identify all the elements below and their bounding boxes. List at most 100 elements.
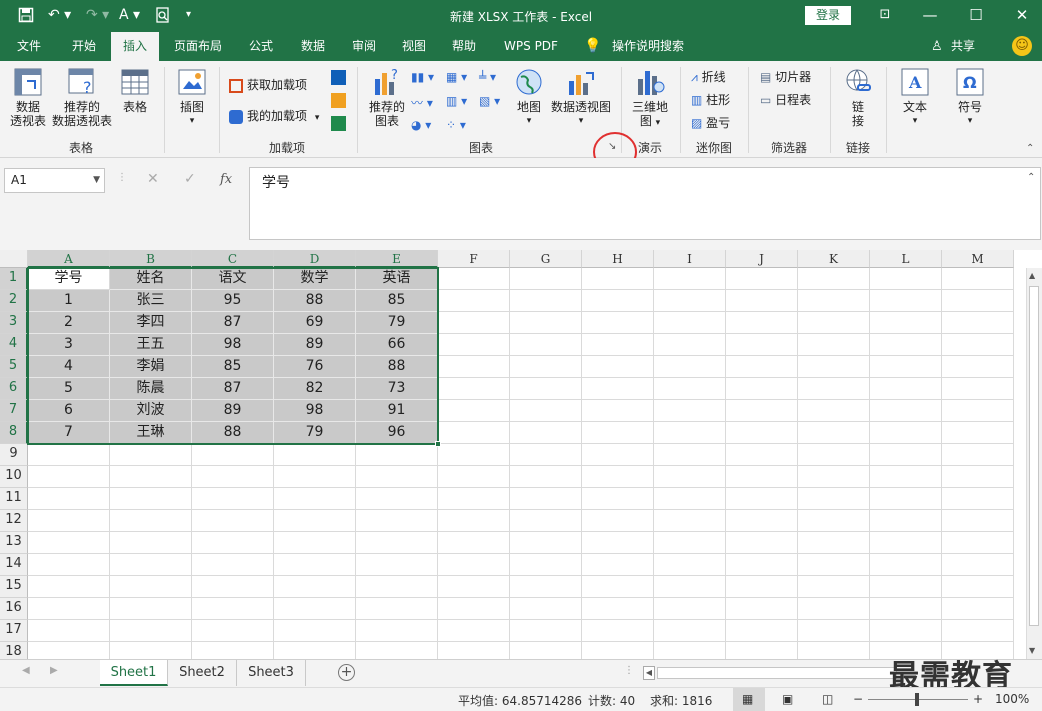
empty-cell[interactable] xyxy=(274,532,356,554)
empty-cell[interactable] xyxy=(110,554,192,576)
table-cell[interactable]: 学号 xyxy=(28,268,110,290)
empty-cell[interactable] xyxy=(192,620,274,642)
empty-cell[interactable] xyxy=(510,532,582,554)
tab-view[interactable]: 视图 xyxy=(391,32,437,61)
illustrations-button[interactable]: 插图 ▾ xyxy=(174,67,210,128)
ribbon-display-icon[interactable]: ⊡ xyxy=(873,4,897,26)
table-cell[interactable]: 82 xyxy=(274,378,356,400)
empty-cell[interactable] xyxy=(28,620,110,642)
hscroll-left-icon[interactable]: ◀ xyxy=(643,666,655,680)
tab-file[interactable]: 文件 xyxy=(8,32,50,61)
share-button[interactable]: 共享 xyxy=(945,32,981,61)
table-cell[interactable]: 88 xyxy=(356,356,438,378)
empty-cell[interactable] xyxy=(798,334,870,356)
empty-cell[interactable] xyxy=(654,510,726,532)
table-cell[interactable]: 刘波 xyxy=(110,400,192,422)
empty-cell[interactable] xyxy=(654,268,726,290)
column-header-b[interactable]: B xyxy=(110,250,192,268)
empty-cell[interactable] xyxy=(942,422,1014,444)
empty-cell[interactable] xyxy=(654,576,726,598)
pivot-table-button[interactable]: 数据 透视表 xyxy=(10,67,46,128)
table-cell[interactable]: 2 xyxy=(28,312,110,334)
sheet-tab-sheet1[interactable]: Sheet1 xyxy=(100,660,168,686)
column-header-m[interactable]: M xyxy=(942,250,1014,268)
table-cell[interactable]: 73 xyxy=(356,378,438,400)
empty-cell[interactable] xyxy=(438,312,510,334)
empty-cell[interactable] xyxy=(582,510,654,532)
empty-cell[interactable] xyxy=(510,620,582,642)
empty-cell[interactable] xyxy=(582,488,654,510)
empty-cell[interactable] xyxy=(192,488,274,510)
empty-cell[interactable] xyxy=(510,466,582,488)
empty-cell[interactable] xyxy=(654,290,726,312)
empty-cell[interactable] xyxy=(438,598,510,620)
empty-cell[interactable] xyxy=(28,554,110,576)
table-cell[interactable]: 数学 xyxy=(274,268,356,290)
table-cell[interactable]: 王琳 xyxy=(110,422,192,444)
empty-cell[interactable] xyxy=(582,378,654,400)
empty-cell[interactable] xyxy=(582,532,654,554)
empty-cell[interactable] xyxy=(110,576,192,598)
tab-wps-pdf[interactable]: WPS PDF xyxy=(496,32,566,61)
empty-cell[interactable] xyxy=(510,488,582,510)
line-chart-icon[interactable]: 〰 ▾ xyxy=(411,94,433,111)
row-header-5[interactable]: 5 xyxy=(0,356,28,378)
empty-cell[interactable] xyxy=(192,444,274,466)
tell-me-search[interactable]: 操作说明搜索 xyxy=(606,32,690,61)
sparkline-column-button[interactable]: ▥ 柱形 xyxy=(691,92,730,108)
empty-cell[interactable] xyxy=(654,356,726,378)
empty-cell[interactable] xyxy=(192,510,274,532)
empty-cell[interactable] xyxy=(438,268,510,290)
column-header-k[interactable]: K xyxy=(798,250,870,268)
empty-cell[interactable] xyxy=(582,444,654,466)
empty-cell[interactable] xyxy=(870,268,942,290)
row-header-3[interactable]: 3 xyxy=(0,312,28,334)
empty-cell[interactable] xyxy=(798,400,870,422)
row-header-16[interactable]: 16 xyxy=(0,598,28,620)
slicer-button[interactable]: ▤ 切片器 xyxy=(760,69,811,85)
empty-cell[interactable] xyxy=(110,532,192,554)
empty-cell[interactable] xyxy=(798,290,870,312)
get-addins-button[interactable]: 获取加载项 xyxy=(229,77,307,93)
tab-home[interactable]: 开始 xyxy=(62,32,106,61)
empty-cell[interactable] xyxy=(438,576,510,598)
zoom-in-icon[interactable]: + xyxy=(973,692,983,706)
empty-cell[interactable] xyxy=(28,576,110,598)
empty-cell[interactable] xyxy=(110,510,192,532)
empty-cell[interactable] xyxy=(192,554,274,576)
column-header-d[interactable]: D xyxy=(274,250,356,268)
sheet-tab-sheet2[interactable]: Sheet2 xyxy=(168,660,237,686)
column-header-i[interactable]: I xyxy=(654,250,726,268)
empty-cell[interactable] xyxy=(438,510,510,532)
empty-cell[interactable] xyxy=(510,554,582,576)
empty-cell[interactable] xyxy=(870,334,942,356)
empty-cell[interactable] xyxy=(870,312,942,334)
empty-cell[interactable] xyxy=(28,532,110,554)
empty-cell[interactable] xyxy=(582,268,654,290)
row-header-2[interactable]: 2 xyxy=(0,290,28,312)
empty-cell[interactable] xyxy=(798,312,870,334)
page-layout-view-icon[interactable]: ▣ xyxy=(782,692,793,706)
waterfall-chart-icon[interactable]: ╧ ▾ xyxy=(479,70,496,84)
empty-cell[interactable] xyxy=(356,554,438,576)
sheet-tab-sheet3[interactable]: Sheet3 xyxy=(237,660,306,686)
table-cell[interactable]: 69 xyxy=(274,312,356,334)
row-header-17[interactable]: 17 xyxy=(0,620,28,642)
row-header-15[interactable]: 15 xyxy=(0,576,28,598)
empty-cell[interactable] xyxy=(510,444,582,466)
empty-cell[interactable] xyxy=(438,334,510,356)
row-header-9[interactable]: 9 xyxy=(0,444,28,466)
horizontal-scrollbar-thumb[interactable] xyxy=(657,667,897,679)
table-cell[interactable]: 李娟 xyxy=(110,356,192,378)
empty-cell[interactable] xyxy=(726,378,798,400)
timeline-button[interactable]: ▭ 日程表 xyxy=(760,92,811,108)
table-cell[interactable]: 6 xyxy=(28,400,110,422)
empty-cell[interactable] xyxy=(510,378,582,400)
empty-cell[interactable] xyxy=(942,290,1014,312)
empty-cell[interactable] xyxy=(654,488,726,510)
empty-cell[interactable] xyxy=(942,510,1014,532)
empty-cell[interactable] xyxy=(870,510,942,532)
empty-cell[interactable] xyxy=(654,378,726,400)
empty-cell[interactable] xyxy=(726,510,798,532)
empty-cell[interactable] xyxy=(110,488,192,510)
